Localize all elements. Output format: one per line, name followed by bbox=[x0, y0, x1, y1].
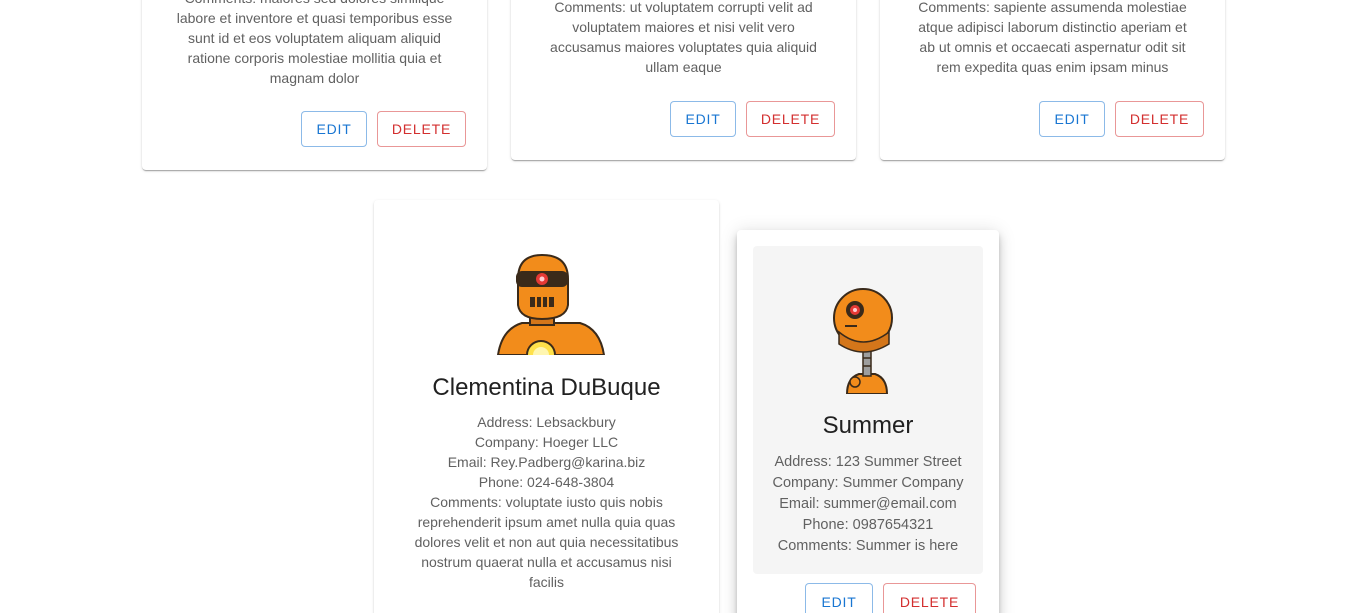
contact-card: Comments: ut voluptatem corrupti velit a… bbox=[511, 0, 856, 160]
comments-line: voluptatem maiores et nisi velit vero bbox=[572, 19, 795, 35]
contacts-page: Comments: maiores sed dolores similique … bbox=[0, 0, 1366, 613]
contact-email: Email: Rey.Padberg@karina.biz bbox=[447, 454, 646, 470]
contact-name: Summer bbox=[822, 412, 914, 439]
contact-card: Comments: maiores sed dolores similique … bbox=[142, 0, 487, 170]
delete-button[interactable]: DELETE bbox=[883, 583, 976, 613]
edit-button[interactable]: EDIT bbox=[301, 111, 367, 147]
comments-line: Comments: sapiente assumenda molestiae bbox=[918, 0, 1187, 15]
comments-line: magnam dolor bbox=[269, 70, 360, 86]
comments-line: ratione corporis molestiae mollitia quia… bbox=[187, 50, 442, 66]
comments-line: accusamus maiores voluptates quia aliqui… bbox=[550, 39, 817, 55]
comments-line: atque adipisci laborum distinctio aperia… bbox=[918, 19, 1187, 35]
comments-line: Comments: ut voluptatem corrupti velit a… bbox=[554, 0, 813, 15]
card-comments: Comments: sapiente assumenda molestiae a… bbox=[880, 0, 1225, 77]
comments-line: Comments: maiores sed dolores similique bbox=[142, 0, 487, 8]
contact-comments: Comments: Summer is here bbox=[777, 538, 959, 554]
comments-line: facilis bbox=[528, 574, 564, 590]
card-actions: EDIT DELETE bbox=[1039, 101, 1204, 137]
comments-line: reprehenderit ipsum amet nulla quia quas bbox=[417, 514, 676, 530]
robot-avatar-icon bbox=[833, 288, 893, 394]
card-comments: Comments: ut voluptatem corrupti velit a… bbox=[511, 0, 856, 77]
edit-button[interactable]: EDIT bbox=[805, 583, 873, 613]
comments-line: Comments: voluptate iusto quis nobis bbox=[430, 494, 663, 510]
contact-card: Clementina DuBuque Address: Lebsackbury … bbox=[374, 200, 719, 613]
contact-details: Address: 123 Summer Street Company: Summ… bbox=[753, 452, 983, 557]
edit-button[interactable]: EDIT bbox=[670, 101, 736, 137]
contact-company: Company: Hoeger LLC bbox=[474, 434, 619, 450]
edit-button[interactable]: EDIT bbox=[1039, 101, 1105, 137]
comments-line: sunt id et eos voluptatem aliquam aliqui… bbox=[188, 30, 441, 46]
comments-line: nostrum quaerat nulla et accusamus nisi bbox=[421, 554, 672, 570]
contact-address: Address: Lebsackbury bbox=[477, 414, 616, 430]
contact-card: Comments: sapiente assumenda molestiae a… bbox=[880, 0, 1225, 160]
contact-card: Summer Address: 123 Summer Street Compan… bbox=[737, 230, 999, 613]
comments-line: rem expedita quas enim ipsam minus bbox=[936, 59, 1169, 75]
card-actions: EDIT DELETE bbox=[301, 111, 466, 147]
comments-line: labore et inventore et quasi temporibus … bbox=[176, 10, 453, 26]
card-comments: Comments: maiores sed dolores similique … bbox=[142, 0, 487, 88]
card-action-area[interactable]: Summer Address: 123 Summer Street Compan… bbox=[753, 246, 983, 574]
card-actions: EDIT DELETE bbox=[805, 583, 976, 613]
comments-line: ab ut omnis et occaecati aspernatur odit… bbox=[919, 39, 1186, 55]
contact-phone: Phone: 024-648-3804 bbox=[478, 474, 615, 490]
contact-email: Email: summer@email.com bbox=[779, 496, 957, 512]
contact-name: Clementina DuBuque bbox=[432, 374, 661, 401]
contact-details: Address: Lebsackbury Company: Hoeger LLC… bbox=[374, 412, 719, 592]
contact-company: Company: Summer Company bbox=[772, 475, 964, 491]
comments-line: dolores velit et non aut quia necessitat… bbox=[414, 534, 679, 550]
delete-button[interactable]: DELETE bbox=[377, 111, 466, 147]
delete-button[interactable]: DELETE bbox=[746, 101, 835, 137]
comments-line: ullam eaque bbox=[645, 59, 722, 75]
contact-phone: Phone: 0987654321 bbox=[802, 517, 934, 533]
robot-avatar-icon bbox=[496, 253, 606, 355]
contact-address: Address: 123 Summer Street bbox=[774, 454, 962, 470]
delete-button[interactable]: DELETE bbox=[1115, 101, 1204, 137]
card-actions: EDIT DELETE bbox=[670, 101, 835, 137]
